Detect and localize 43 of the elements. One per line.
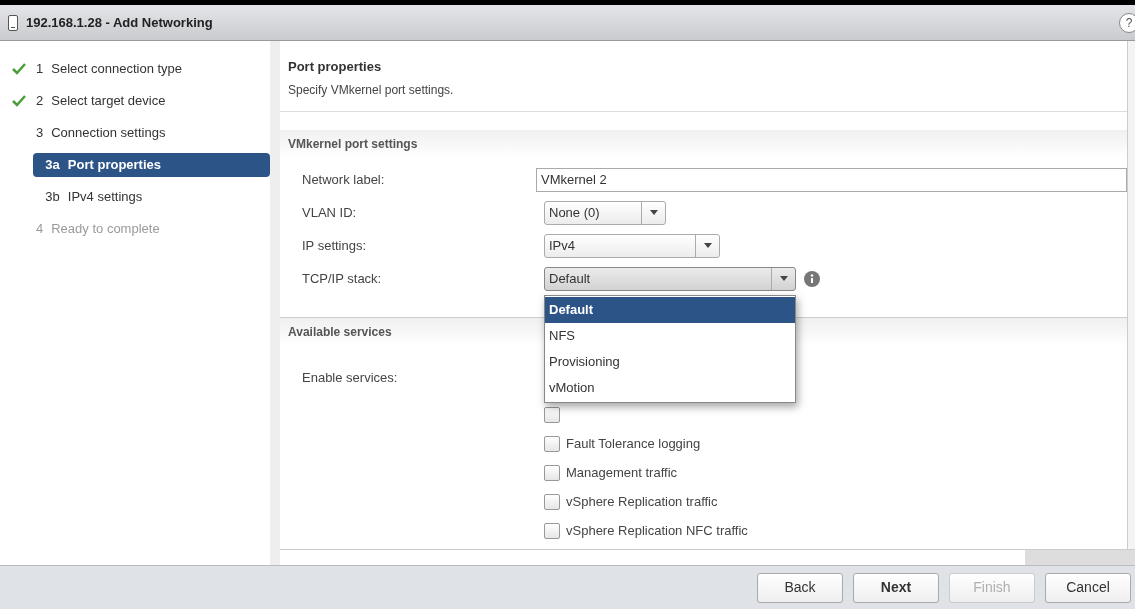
- page-title: Port properties: [288, 58, 383, 76]
- page-subtitle: Specify VMkernel port settings.: [288, 81, 455, 99]
- checkbox-label: Fault Tolerance logging: [566, 434, 701, 453]
- select-dropdown[interactable]: Default: [544, 266, 796, 291]
- field-label: TCP/IP stack:: [301, 269, 383, 288]
- checkbox-label: Management traffic: [566, 463, 678, 482]
- vertical-scrollbar[interactable]: [1127, 41, 1135, 549]
- wizard-button[interactable]: Back: [757, 572, 843, 603]
- wizard-step[interactable]: 1 Select connection type: [32, 57, 187, 81]
- wizard-step[interactable]: 3b IPv4 settings: [33, 185, 270, 209]
- wizard-step[interactable]: 2 Select target device: [32, 89, 170, 113]
- dropdown-option[interactable]: Provisioning: [545, 348, 795, 375]
- host-icon: [8, 14, 18, 31]
- field-label: Network label:: [301, 170, 386, 189]
- info-icon[interactable]: [804, 270, 820, 287]
- select-dropdown[interactable]: IPv4: [544, 233, 720, 258]
- checkbox-label: vSphere Replication NFC traffic: [566, 521, 748, 540]
- checkbox[interactable]: [544, 493, 560, 510]
- wizard-step[interactable]: 3 Connection settings: [32, 121, 170, 145]
- dropdown-option[interactable]: NFS: [545, 322, 795, 349]
- input-field[interactable]: VMkernel 2: [536, 167, 1127, 192]
- wizard-button[interactable]: Cancel: [1045, 572, 1131, 603]
- caret-icon: [703, 243, 712, 248]
- select-dropdown[interactable]: None (0): [544, 200, 666, 225]
- horizontal-scrollbar[interactable]: [280, 549, 1135, 565]
- checkbox-label: vSphere Replication traffic: [566, 492, 718, 511]
- caret-icon: [779, 276, 788, 281]
- caret-icon: [649, 210, 658, 215]
- help-button[interactable]: ?: [1119, 12, 1135, 33]
- checkbox[interactable]: [544, 406, 560, 423]
- checkbox[interactable]: [544, 522, 560, 539]
- checkbox[interactable]: [544, 464, 560, 481]
- wizard-step[interactable]: 3a Port properties: [33, 153, 270, 177]
- checkmark-icon: [12, 63, 26, 75]
- field-label: Enable services:: [301, 368, 399, 387]
- checkbox[interactable]: [544, 435, 560, 452]
- wizard-button[interactable]: Next: [853, 572, 939, 603]
- dropdown-option[interactable]: vMotion: [545, 374, 795, 401]
- field-label: IP settings:: [301, 236, 368, 255]
- field-label: VLAN ID:: [301, 203, 358, 222]
- checkmark-icon: [12, 95, 26, 107]
- window-title: 192.168.1.28 - Add Networking: [26, 13, 213, 32]
- dropdown-option[interactable]: Default: [545, 296, 795, 323]
